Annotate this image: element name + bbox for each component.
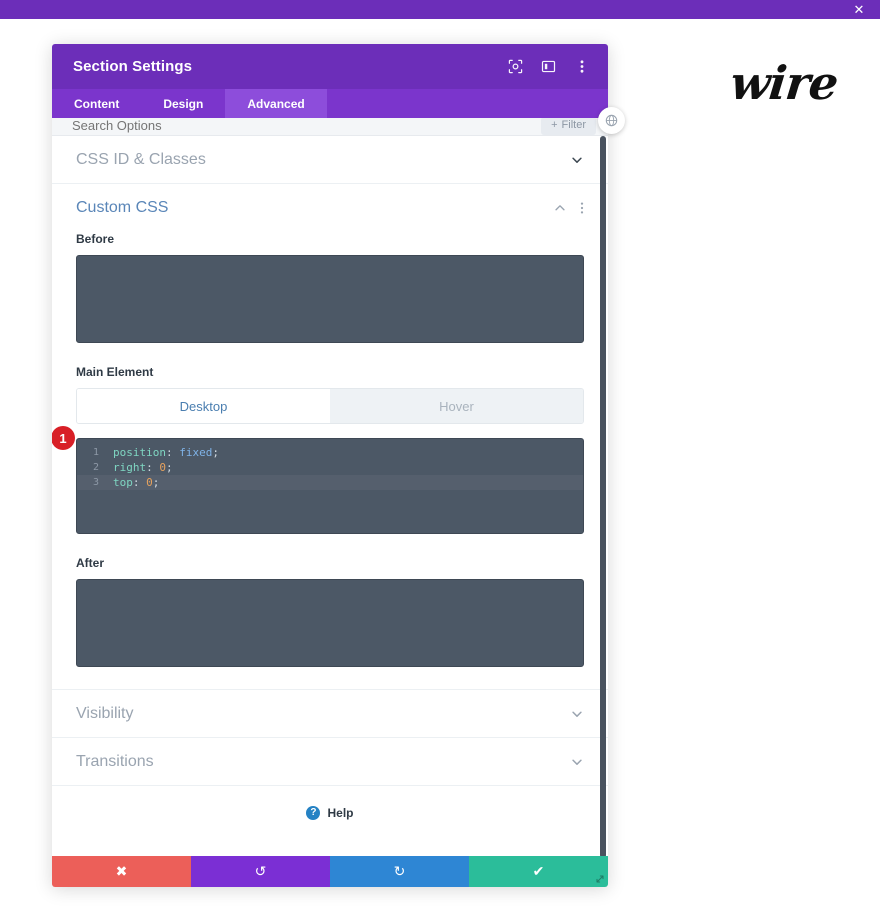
- redo-button[interactable]: ↻: [330, 856, 469, 887]
- code-semicolon: ;: [152, 476, 160, 489]
- tab-advanced[interactable]: Advanced: [225, 89, 327, 118]
- filter-button[interactable]: + Filter: [541, 118, 596, 135]
- tab-content[interactable]: Content: [52, 89, 141, 118]
- accordion-transitions[interactable]: Transitions: [52, 738, 608, 786]
- help-row[interactable]: ? Help: [52, 786, 608, 840]
- undo-button[interactable]: ↺: [191, 856, 330, 887]
- main-element-editor-wrap: 1 1 position: fixed; 2 right: 0; 3 top:: [52, 426, 584, 534]
- device-tab-hover[interactable]: Hover: [330, 389, 583, 423]
- tab-design[interactable]: Design: [141, 89, 225, 118]
- device-tab-desktop[interactable]: Desktop: [77, 389, 330, 423]
- code-semicolon: ;: [166, 461, 173, 474]
- code-colon: :: [132, 476, 140, 489]
- line-number: 2: [92, 462, 99, 473]
- accordion-controls: [570, 707, 584, 721]
- code-value: fixed: [179, 446, 213, 459]
- code-colon: :: [165, 446, 173, 459]
- accordion-label: Visibility: [76, 704, 134, 722]
- resize-handle-icon[interactable]: [592, 871, 607, 886]
- code-property: position: [113, 446, 166, 459]
- accordion-label: Custom CSS: [76, 199, 169, 216]
- vertical-dots-icon[interactable]: [573, 58, 590, 75]
- custom-css-header[interactable]: Custom CSS: [76, 184, 584, 232]
- chevron-down-icon[interactable]: [570, 755, 584, 769]
- accordion-label: Transitions: [76, 752, 154, 770]
- help-link-label: Help: [327, 806, 354, 820]
- code-property: right: [113, 461, 147, 474]
- page-canvas: wire Section Settings Content Design Adv…: [0, 19, 880, 913]
- code-value: 0: [146, 476, 153, 489]
- code-value: 0: [159, 461, 166, 474]
- step-badge: 1: [52, 426, 75, 450]
- modal-header: Section Settings: [52, 44, 608, 89]
- chevron-down-icon[interactable]: [570, 153, 584, 167]
- code-colon: :: [146, 461, 153, 474]
- page-title: Section Settings: [73, 58, 193, 75]
- modal-header-icons: [507, 58, 590, 75]
- device-state-toggle: Desktop Hover: [76, 388, 584, 424]
- main-element-field-label: Main Element: [76, 365, 154, 379]
- modal-scrollbar[interactable]: [598, 136, 606, 856]
- question-mark-icon: ?: [306, 806, 321, 820]
- vertical-dots-icon[interactable]: [580, 201, 584, 215]
- globe-close-icon: [605, 114, 618, 127]
- focus-target-icon[interactable]: [507, 58, 524, 75]
- accordion-controls: [570, 755, 584, 769]
- before-css-textarea[interactable]: [76, 255, 584, 343]
- modal-scrollbar-thumb[interactable]: [600, 136, 606, 856]
- after-css-textarea[interactable]: [76, 579, 584, 667]
- line-number: 3: [92, 477, 99, 488]
- modal-body: CSS ID & Classes Custom CSS Before Main …: [52, 136, 608, 856]
- close-settings-handle-icon[interactable]: [598, 107, 625, 134]
- filter-button-label: Filter: [561, 119, 586, 131]
- code-line[interactable]: 2 right: 0;: [77, 460, 583, 475]
- accordion-label: CSS ID & Classes: [76, 150, 206, 168]
- code-semicolon: ;: [212, 446, 219, 459]
- before-field-label: Before: [76, 232, 115, 246]
- cancel-button[interactable]: ✖: [52, 856, 191, 887]
- plus-icon: +: [551, 119, 558, 131]
- layout-panel-icon[interactable]: [540, 58, 557, 75]
- code-line[interactable]: 3 top: 0;: [77, 475, 583, 490]
- main-element-code-editor[interactable]: 1 position: fixed; 2 right: 0; 3 top: 0;: [76, 438, 584, 534]
- accordion-visibility[interactable]: Visibility: [52, 690, 608, 738]
- close-icon[interactable]: ✕: [848, 0, 870, 19]
- after-field-label: After: [76, 556, 105, 570]
- modal-tabs: Content Design Advanced: [52, 89, 608, 118]
- save-button[interactable]: ✔: [469, 856, 608, 887]
- chevron-down-icon[interactable]: [570, 707, 584, 721]
- accordion-controls: [570, 153, 584, 167]
- accordion-custom-css: Custom CSS Before Main Element Desktop H…: [52, 184, 608, 690]
- site-logo: wire: [727, 56, 841, 110]
- code-property: top: [113, 476, 133, 489]
- search-input[interactable]: [72, 118, 542, 135]
- top-admin-bar: ✕: [0, 0, 880, 19]
- search-options-row: + Filter: [52, 118, 608, 136]
- code-line[interactable]: 1 position: fixed;: [77, 445, 583, 460]
- line-number: 1: [92, 447, 99, 458]
- modal-footer: ✖ ↺ ↻ ✔: [52, 856, 608, 887]
- chevron-up-icon[interactable]: [553, 201, 567, 215]
- section-settings-modal: Section Settings Content Design Advanced…: [52, 44, 608, 887]
- accordion-controls: [553, 201, 584, 215]
- accordion-css-id-classes[interactable]: CSS ID & Classes: [52, 136, 608, 184]
